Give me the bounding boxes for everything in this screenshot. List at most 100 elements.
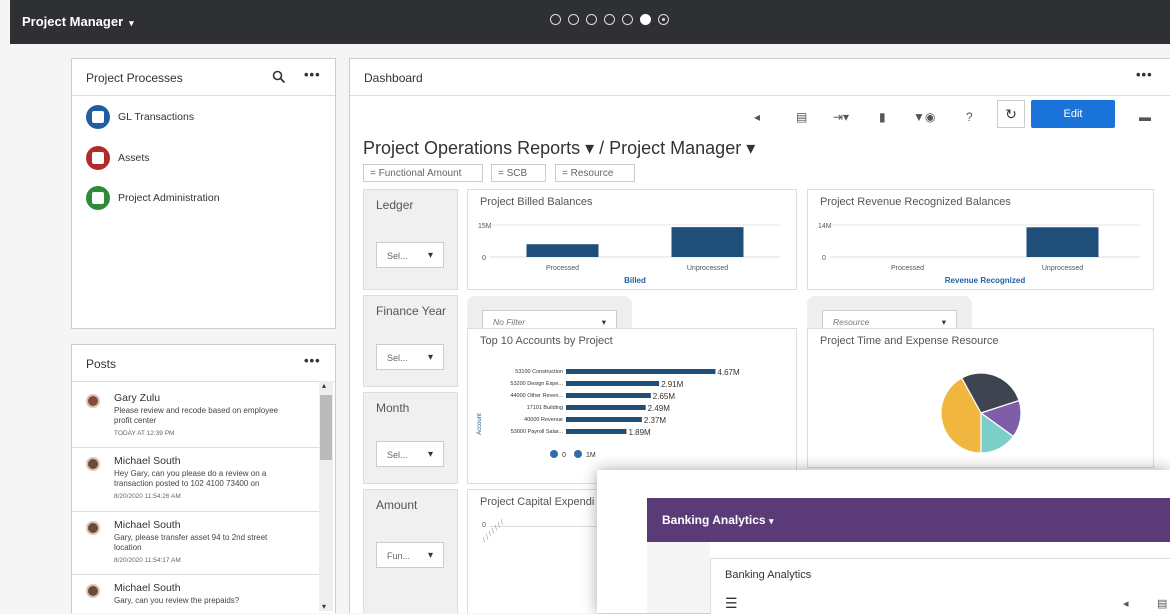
amount-filter: Amount Fun... bbox=[363, 489, 458, 613]
revenue-recognized-card: Project Revenue Recognized Balances 14M 0… bbox=[807, 189, 1154, 290]
folder-icon[interactable]: ▬ bbox=[1139, 110, 1151, 124]
time-expense-pie-chart bbox=[940, 372, 1022, 454]
page-indicator bbox=[550, 14, 669, 25]
x-tick-label: Processed bbox=[891, 265, 924, 272]
post-item[interactable]: Michael South Hey Gary, can you please d… bbox=[86, 455, 311, 505]
finance-year-select[interactable]: Sel... bbox=[376, 344, 444, 371]
search-icon[interactable] bbox=[272, 70, 286, 84]
export-icon[interactable]: ⇥▾ bbox=[833, 110, 849, 124]
y-tick-label: 0 bbox=[482, 255, 486, 262]
panel-title: Posts bbox=[86, 357, 117, 371]
divider bbox=[72, 447, 320, 448]
post-item[interactable]: Michael South Gary, can you review the p… bbox=[86, 582, 311, 612]
more-icon[interactable]: ••• bbox=[304, 67, 321, 82]
post-item[interactable]: Michael South Gary, please transfer asse… bbox=[86, 519, 311, 569]
avatar bbox=[86, 521, 100, 535]
panel-title: Banking Analytics bbox=[725, 569, 812, 581]
amount-select[interactable]: Fun... bbox=[376, 542, 444, 569]
legend-marker bbox=[550, 450, 558, 458]
more-icon[interactable]: ••• bbox=[304, 353, 321, 368]
document-icon[interactable]: ▤ bbox=[796, 110, 807, 124]
avatar bbox=[86, 457, 100, 471]
billed-balances-card: Project Billed Balances 15M 0 Processed Unp… bbox=[467, 189, 797, 290]
help-icon[interactable]: ? bbox=[966, 110, 973, 124]
banking-analytics-title-menu[interactable]: Banking Analytics ▾ bbox=[662, 513, 773, 527]
legend-label: 1M bbox=[586, 452, 596, 459]
process-item-project-administration[interactable]: Project Administration bbox=[86, 186, 220, 210]
top-accounts-chart: Account 53100 Construction 4.67M 53200 Desi… bbox=[477, 368, 740, 459]
legend-marker bbox=[574, 450, 582, 458]
y-tick-label: 53100 Construction bbox=[515, 369, 563, 375]
banking-left-gutter bbox=[647, 542, 710, 613]
banking-analytics-panel: Banking Analytics ☰ ◂ ▤ bbox=[710, 558, 1170, 614]
y-tick-label: 53000 Payroll Salar... bbox=[511, 429, 564, 435]
banking-analytics-window[interactable]: Banking Analytics ▾ Banking Analytics ☰ … bbox=[597, 470, 1170, 614]
bookmark-icon[interactable]: ▮ bbox=[879, 110, 886, 124]
page-dot-1[interactable] bbox=[550, 14, 561, 25]
bar bbox=[566, 393, 651, 398]
bar bbox=[566, 417, 642, 422]
process-label: Assets bbox=[118, 152, 150, 164]
scroll-up-icon[interactable]: ▴ bbox=[322, 381, 326, 390]
filter-icon[interactable]: ▼◉ bbox=[913, 110, 935, 124]
page-dot-6-active[interactable] bbox=[640, 14, 651, 25]
panel-header: Posts ••• bbox=[72, 345, 335, 382]
panel-title: Project Processes bbox=[86, 71, 183, 85]
legend-label: 0 bbox=[562, 452, 566, 459]
capital-expenditure-card: Project Capital Expendi 0 ⁄⁄⁄⁄⁄⁄⁄ bbox=[467, 489, 617, 613]
filter-chip[interactable]: = SCB bbox=[491, 164, 546, 182]
post-message: Gary, can you review the prepaids? bbox=[114, 596, 240, 605]
chevron-down-icon: ▾ bbox=[768, 516, 774, 526]
avatar bbox=[86, 394, 100, 408]
page-dot-7[interactable] bbox=[658, 14, 669, 25]
month-filter: Month Sel... bbox=[363, 392, 458, 484]
page-dot-3[interactable] bbox=[586, 14, 597, 25]
page-dot-5[interactable] bbox=[622, 14, 633, 25]
megaphone-icon[interactable]: ◂ bbox=[754, 110, 760, 124]
x-tick-label: Unprocessed bbox=[1042, 265, 1083, 272]
megaphone-icon[interactable]: ◂ bbox=[1123, 597, 1129, 610]
bar bbox=[566, 429, 627, 434]
revenue-recognized-chart: 14M 0 Processed Unprocessed Revenue Recogniz… bbox=[818, 223, 1140, 285]
page-dot-2[interactable] bbox=[568, 14, 579, 25]
document-icon[interactable]: ▤ bbox=[1157, 597, 1167, 610]
edit-button[interactable]: Edit bbox=[1031, 100, 1115, 128]
post-item[interactable]: Gary Zulu Please review and recode based… bbox=[86, 392, 311, 442]
app-title-menu[interactable]: Project Manager ▾ bbox=[22, 14, 134, 29]
posts-scrollbar[interactable]: ▴ ▾ bbox=[319, 381, 333, 611]
filter-label: Month bbox=[376, 401, 410, 415]
hamburger-menu-icon[interactable]: ☰ bbox=[725, 595, 738, 612]
data-label: 2.91M bbox=[661, 380, 684, 389]
report-breadcrumb[interactable]: Project Operations Reports ▾ / Project M… bbox=[363, 138, 755, 159]
bar bbox=[566, 369, 716, 374]
data-label: 2.49M bbox=[648, 404, 671, 413]
post-message: Hey Gary, can you please do a review on … bbox=[114, 469, 267, 488]
divider bbox=[72, 511, 320, 512]
posts-panel: Posts ••• Gary Zulu Please review and re… bbox=[71, 344, 336, 613]
process-label: Project Administration bbox=[118, 192, 220, 204]
more-icon[interactable]: ••• bbox=[1136, 67, 1153, 82]
post-author: Michael South bbox=[114, 519, 181, 531]
data-label: 2.37M bbox=[644, 416, 667, 425]
process-item-assets[interactable]: Assets bbox=[86, 146, 150, 170]
scroll-down-icon[interactable]: ▾ bbox=[322, 602, 326, 611]
scrollbar-thumb[interactable] bbox=[320, 395, 332, 460]
post-timestamp: 8/20/2020 11:54:26 AM bbox=[114, 493, 181, 500]
page-dot-4[interactable] bbox=[604, 14, 615, 25]
post-message: Gary, please transfer asset 94 to 2nd st… bbox=[114, 533, 268, 552]
filter-chip[interactable]: = Functional Amount bbox=[363, 164, 483, 182]
ledger-select[interactable]: Sel... bbox=[376, 242, 444, 269]
post-author: Michael South bbox=[114, 582, 181, 594]
chevron-down-icon: ▾ bbox=[129, 18, 134, 28]
process-item-gl-transactions[interactable]: GL Transactions bbox=[86, 105, 194, 129]
filter-chip[interactable]: = Resource bbox=[555, 164, 635, 182]
window-title: Banking Analytics bbox=[662, 513, 766, 527]
post-author: Gary Zulu bbox=[114, 392, 161, 404]
briefcase-icon bbox=[86, 186, 110, 210]
y-axis-label: Account bbox=[477, 413, 483, 435]
ledger-filter: Ledger Sel... bbox=[363, 189, 458, 290]
bar bbox=[671, 227, 744, 257]
refresh-icon[interactable]: ↻ bbox=[997, 100, 1025, 128]
month-select[interactable]: Sel... bbox=[376, 441, 444, 468]
y-tick-label: 17101 Building bbox=[527, 405, 563, 411]
